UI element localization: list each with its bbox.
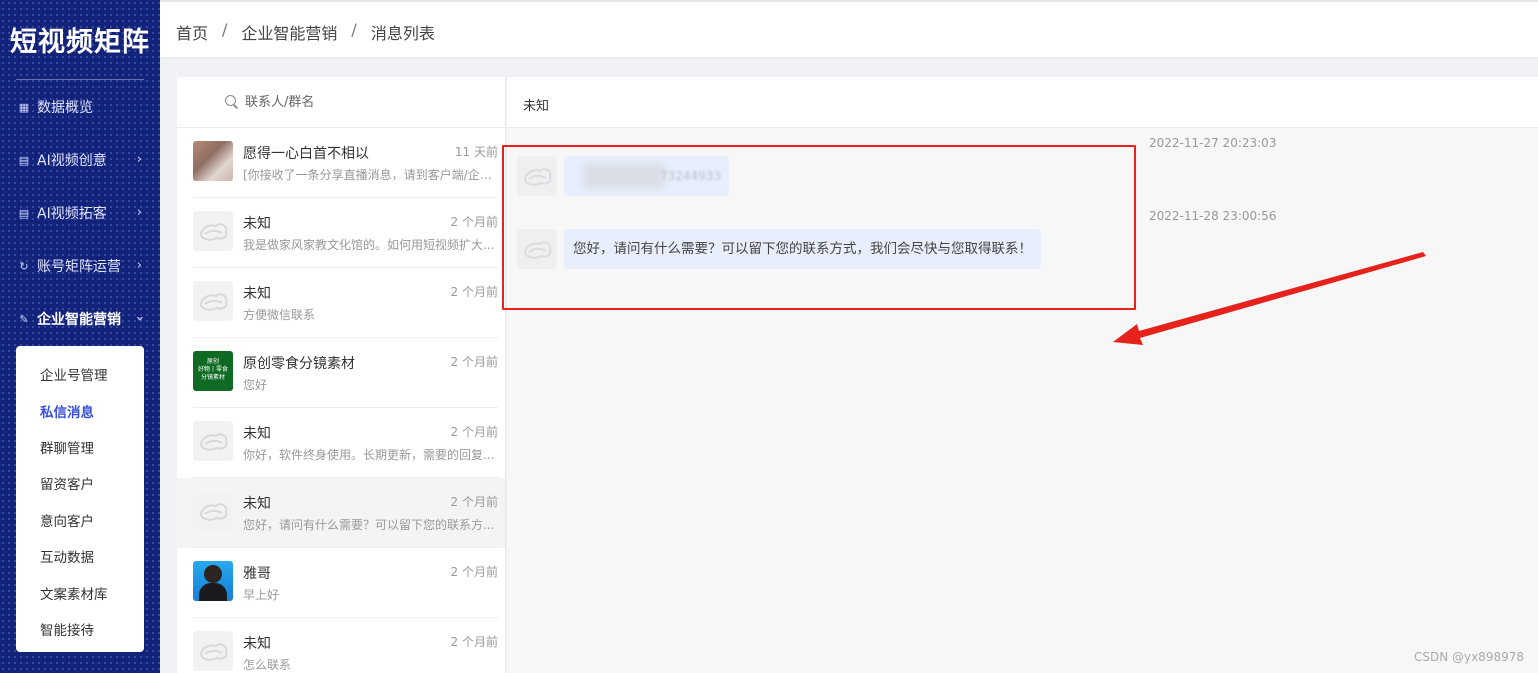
annotation-arrow-icon xyxy=(1113,252,1426,345)
watermark: CSDN @yx898978 xyxy=(1413,650,1524,664)
